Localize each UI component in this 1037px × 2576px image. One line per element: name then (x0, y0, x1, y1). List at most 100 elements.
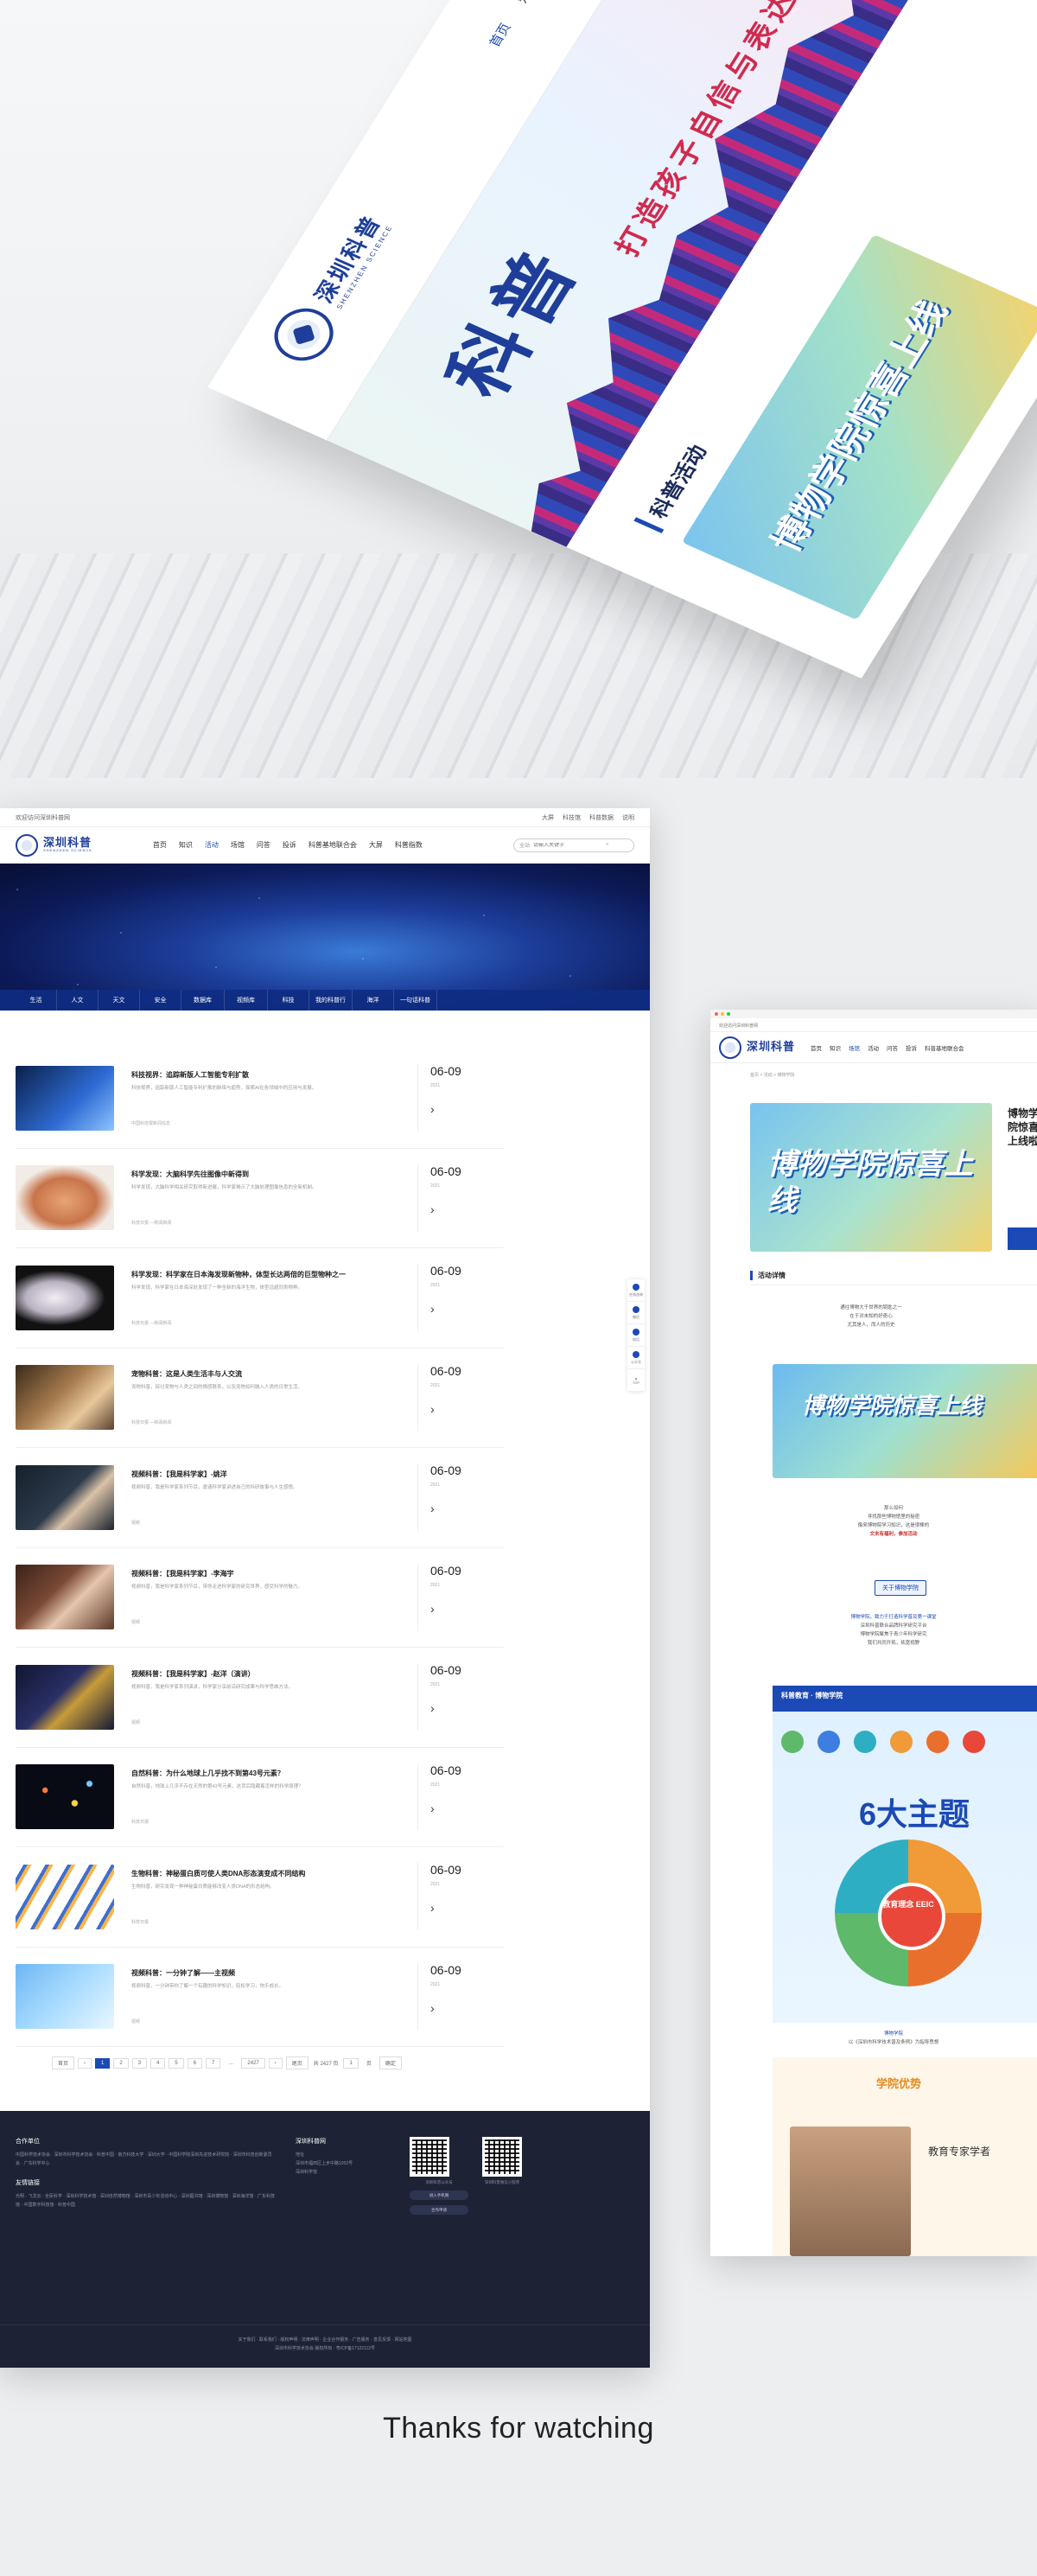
article-row[interactable]: 视频科普：【我是科学家】-李海宇 视频科普，我是科学家系列节目，带你走进科学家的… (16, 1548, 504, 1648)
chevron-right-icon[interactable]: › (430, 1102, 461, 1116)
pager-last[interactable]: 尾页 (285, 2056, 309, 2069)
category-astronomy[interactable]: 天文 (99, 990, 140, 1011)
float-wechat[interactable]: 微信 (627, 1302, 645, 1324)
footer-bottom-links[interactable]: 关于我们 · 联系我们 · 版权声明 · 法律声明 · 企业合作服务 · 广告服… (0, 2336, 650, 2344)
pager-first[interactable]: 首页 (52, 2056, 75, 2069)
article-row[interactable]: 视频科普：【我是科学家】-赵洋（演讲） 视频科普，我是科学家系列演讲，科学家分享… (16, 1648, 504, 1748)
article-title[interactable]: 视频科普：【我是科学家】-姚洋 (131, 1470, 399, 1479)
nav-screen[interactable]: 大屏 (369, 840, 383, 850)
chevron-right-icon[interactable]: › (430, 1502, 461, 1515)
r-logo[interactable]: 深圳科普 (747, 1042, 795, 1053)
category-video[interactable]: 视频库 (225, 990, 268, 1011)
site-logo[interactable]: 深圳科普 SHENZHEN SCIENCE (43, 838, 92, 852)
article-title[interactable]: 科学发现：大脑科学先往图像中新得到 (131, 1170, 399, 1179)
float-official[interactable]: 公众号 (627, 1347, 645, 1369)
r-nav-qa[interactable]: 问答 (887, 1043, 898, 1052)
r-nav-activity[interactable]: 活动 (868, 1043, 879, 1052)
pager-next[interactable]: › (268, 2057, 283, 2069)
article-title[interactable]: 生物科普：神秘蛋白质可使人类DNA形态演变成不同结构 (131, 1869, 399, 1878)
chevron-right-icon[interactable]: › (430, 1901, 461, 1915)
article-row[interactable]: 视频科普：【我是科学家】-姚洋 视频科普，我是科学家系列节目，邀请科学家讲述自己… (16, 1448, 504, 1548)
category-ocean[interactable]: 海洋 (353, 990, 394, 1011)
nav-activity[interactable]: 活动 (205, 840, 219, 850)
footer-friend-links[interactable]: 光明 · 飞龙云 · 全民科学 · 深圳科学技术馆 · 深圳自然博物馆 · 深圳… (16, 2192, 275, 2209)
top-link-museum[interactable]: 科技馆 (563, 813, 581, 822)
pager-page[interactable]: 5 (169, 2057, 184, 2069)
nav-union[interactable]: 科普基地联合会 (309, 840, 357, 850)
tilted-nav-home[interactable]: 首页 (485, 20, 515, 49)
article-row[interactable]: 宠物科普：这是人类生活丰与人交流 宠物科普，探讨宠物与人类之间的情感联系，以及宠… (16, 1349, 504, 1448)
pager-confirm-button[interactable]: 确定 (379, 2056, 402, 2069)
about-tag[interactable]: 关于博物学院 (875, 1580, 926, 1596)
article-title[interactable]: 视频科普：一分钟了解——主视频 (131, 1968, 399, 1978)
float-consult[interactable]: 在线咨询 (627, 1279, 645, 1302)
minimize-dot-icon[interactable] (721, 1012, 724, 1016)
r-nav-home[interactable]: 首页 (811, 1043, 822, 1052)
category-database[interactable]: 数据库 (181, 990, 225, 1011)
search-icon[interactable]: ⌕ (606, 842, 608, 848)
category-one-line[interactable]: 一句话科普 (394, 990, 437, 1011)
category-tech[interactable]: 科技 (268, 990, 309, 1011)
r-nav-union[interactable]: 科普基地联合会 (925, 1043, 964, 1052)
pager-prev[interactable]: ‹ (78, 2057, 92, 2069)
article-title[interactable]: 自然科普：为什么地球上几乎找不到第43号元素？ (131, 1769, 399, 1778)
nav-complaint[interactable]: 投诉 (283, 840, 296, 850)
article-row[interactable]: 科学发现：科学家在日本海发现新物种，体型长达两倍的巨型物种之一 科学发现，科学家… (16, 1248, 504, 1349)
article-row[interactable]: 自然科普：为什么地球上几乎找不到第43号元素？ 自然科普，地球上几乎不存在天然的… (16, 1748, 504, 1847)
pager-page[interactable]: 4 (150, 2057, 166, 2069)
category-life[interactable]: 生活 (16, 990, 57, 1011)
nav-index[interactable]: 科普指数 (395, 840, 423, 850)
article-title[interactable]: 视频科普：【我是科学家】-李海宇 (131, 1569, 399, 1578)
category-my-trip[interactable]: 我的科普行 (309, 990, 353, 1011)
pager-page[interactable]: 2427 (241, 2057, 265, 2069)
article-title[interactable]: 视频科普：【我是科学家】-赵洋（演讲） (131, 1669, 399, 1679)
cooperation-button[interactable]: 合作申请 (410, 2205, 468, 2215)
footer-partners-links[interactable]: 中国科学技术协会 · 深圳市科学技术协会 · 科普中国 · 南方科技大学 · 深… (16, 2151, 275, 2168)
mobile-site-button[interactable]: 进入手机端 (410, 2190, 468, 2200)
r-nav-knowledge[interactable]: 知识 (830, 1043, 841, 1052)
nav-knowledge[interactable]: 知识 (179, 840, 193, 850)
category-safety[interactable]: 安全 (140, 990, 181, 1011)
float-phone[interactable]: 电话 (627, 1324, 645, 1347)
article-thumbnail (16, 1165, 114, 1231)
article-row[interactable]: 视频科普：一分钟了解——主视频 视频科普，一分钟带你了解一个有趣的科学知识，轻松… (16, 1948, 504, 2047)
chevron-right-icon[interactable]: › (430, 1202, 461, 1216)
chevron-right-icon[interactable]: › (430, 1701, 461, 1715)
text-line: 尤其是人，而人的历史 (847, 1323, 895, 1328)
maximize-dot-icon[interactable] (727, 1012, 730, 1016)
top-link-screen[interactable]: 大屏 (542, 813, 554, 822)
signup-button[interactable] (1008, 1227, 1037, 1250)
article-row[interactable]: 科技视界：追踪新版人工智能专利扩散 科技视界，追踪新版人工智能专利扩散的脉络与趋… (16, 1049, 504, 1149)
search-input[interactable] (533, 842, 603, 848)
top-link-data[interactable]: 科普数据 (589, 813, 614, 822)
article-year: 2021 (430, 1981, 441, 1987)
category-humanities[interactable]: 人文 (57, 990, 99, 1011)
chevron-right-icon[interactable]: › (430, 2001, 461, 2015)
pager-page[interactable]: 7 (206, 2057, 221, 2069)
article-title[interactable]: 宠物科普：这是人类生活丰与人交流 (131, 1369, 399, 1379)
nav-qa[interactable]: 问答 (257, 840, 270, 850)
pager-page[interactable]: 2 (113, 2057, 129, 2069)
pager-page[interactable]: 3 (131, 2057, 148, 2069)
top-link-help[interactable]: 说明 (622, 813, 634, 822)
pager-page[interactable]: 6 (187, 2057, 203, 2069)
article-row[interactable]: 生物科普：神秘蛋白质可使人类DNA形态演变成不同结构 生物科普，研究发现一种神秘… (16, 1847, 504, 1948)
breadcrumb[interactable]: 首页 > 活动 > 博物学院 (710, 1063, 1037, 1078)
search-scope-select[interactable]: 全站 (519, 841, 530, 849)
nav-home[interactable]: 首页 (153, 840, 167, 850)
close-dot-icon[interactable] (715, 1012, 718, 1016)
chevron-right-icon[interactable]: › (430, 1302, 461, 1316)
article-row[interactable]: 科学发现：大脑科学先往图像中新得到 科学发现，大脑科学相关研究取得新进展，科学家… (16, 1149, 504, 1248)
r-nav-venue[interactable]: 场馆 (849, 1043, 860, 1052)
pager-page[interactable]: 1 (95, 2057, 111, 2069)
nav-venue[interactable]: 场馆 (231, 840, 245, 850)
r-nav-complaint[interactable]: 投诉 (906, 1043, 917, 1052)
chevron-right-icon[interactable]: › (430, 1402, 461, 1416)
pager-jump-input[interactable]: 1 (343, 2057, 359, 2069)
chevron-right-icon[interactable]: › (430, 1602, 461, 1616)
chevron-right-icon[interactable]: › (430, 1801, 461, 1815)
float-top[interactable]: ▲ TOP (627, 1369, 645, 1392)
article-title[interactable]: 科学发现：科学家在日本海发现新物种，体型长达两倍的巨型物种之一 (131, 1270, 399, 1279)
tilted-nav-knowledge[interactable]: 知识 (512, 0, 542, 5)
article-title[interactable]: 科技视界：追踪新版人工智能专利扩散 (131, 1070, 399, 1080)
